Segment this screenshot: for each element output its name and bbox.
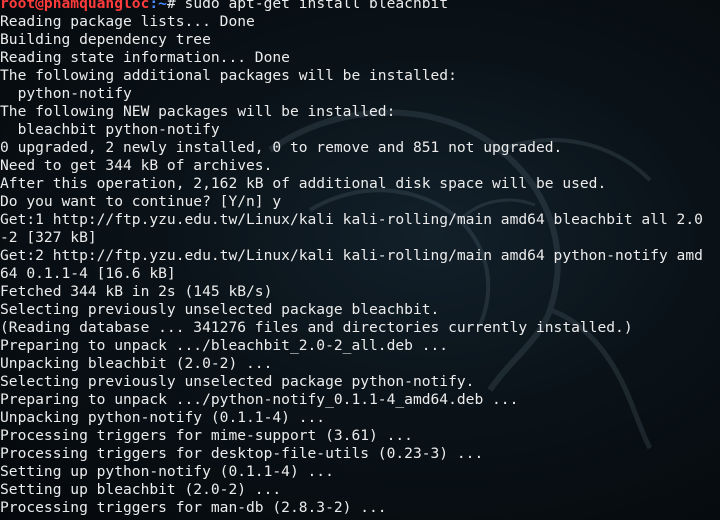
output-line: Selecting previously unselected package … bbox=[0, 373, 475, 390]
output-line: Get:1 http://ftp.yzu.edu.tw/Linux/kali k… bbox=[0, 211, 703, 228]
output-line: Preparing to unpack .../python-notify_0.… bbox=[0, 391, 519, 408]
output-line: Reading state information... Done bbox=[0, 49, 290, 66]
output-line: Unpacking bleachbit (2.0-2) ... bbox=[0, 355, 273, 372]
output-line: Setting up bleachbit (2.0-2) ... bbox=[0, 481, 282, 498]
terminal-window[interactable]: root@phamquangloc:~# sudo apt-get instal… bbox=[0, 0, 720, 520]
prompt-line: root@phamquangloc:~# sudo apt-get instal… bbox=[0, 0, 720, 13]
output-line: bleachbit python-notify bbox=[0, 121, 220, 138]
prompt-user-host: root@phamquangloc bbox=[0, 0, 150, 12]
output-line: Setting up python-notify (0.1.1-4) ... bbox=[0, 463, 334, 480]
output-line: -2 [327 kB] bbox=[0, 229, 97, 246]
output-line: Selecting previously unselected package … bbox=[0, 301, 440, 318]
output-line: Fetched 344 kB in 2s (145 kB/s) bbox=[0, 283, 273, 300]
output-line: The following additional packages will b… bbox=[0, 67, 457, 84]
output-line: Building dependency tree bbox=[0, 31, 211, 48]
output-line: Processing triggers for man-db (2.8.3-2)… bbox=[0, 499, 387, 516]
output-line: Unpacking python-notify (0.1.1-4) ... bbox=[0, 409, 326, 426]
output-line: 64 0.1.1-4 [16.6 kB] bbox=[0, 265, 176, 282]
output-line: Get:2 http://ftp.yzu.edu.tw/Linux/kali k… bbox=[0, 247, 703, 264]
prompt-command: sudo apt-get install bleachbit bbox=[184, 0, 449, 12]
output-line: 0 upgraded, 2 newly installed, 0 to remo… bbox=[0, 139, 563, 156]
output-line: After this operation, 2,162 kB of additi… bbox=[0, 175, 607, 192]
prompt-path: :~ bbox=[149, 0, 167, 12]
output-line: python-notify bbox=[0, 85, 132, 102]
output-line: Need to get 344 kB of archives. bbox=[0, 157, 273, 174]
output-line: Processing triggers for desktop-file-uti… bbox=[0, 445, 484, 462]
prompt-symbol: # bbox=[166, 0, 185, 12]
output-line: (Reading database ... 341276 files and d… bbox=[0, 319, 633, 336]
output-line: Preparing to unpack .../bleachbit_2.0-2_… bbox=[0, 337, 449, 354]
output-line: Do you want to continue? [Y/n] y bbox=[0, 193, 282, 210]
output-line: Reading package lists... Done bbox=[0, 13, 255, 30]
output-line: Processing triggers for mime-support (3.… bbox=[0, 427, 413, 444]
output-line: The following NEW packages will be insta… bbox=[0, 103, 396, 120]
